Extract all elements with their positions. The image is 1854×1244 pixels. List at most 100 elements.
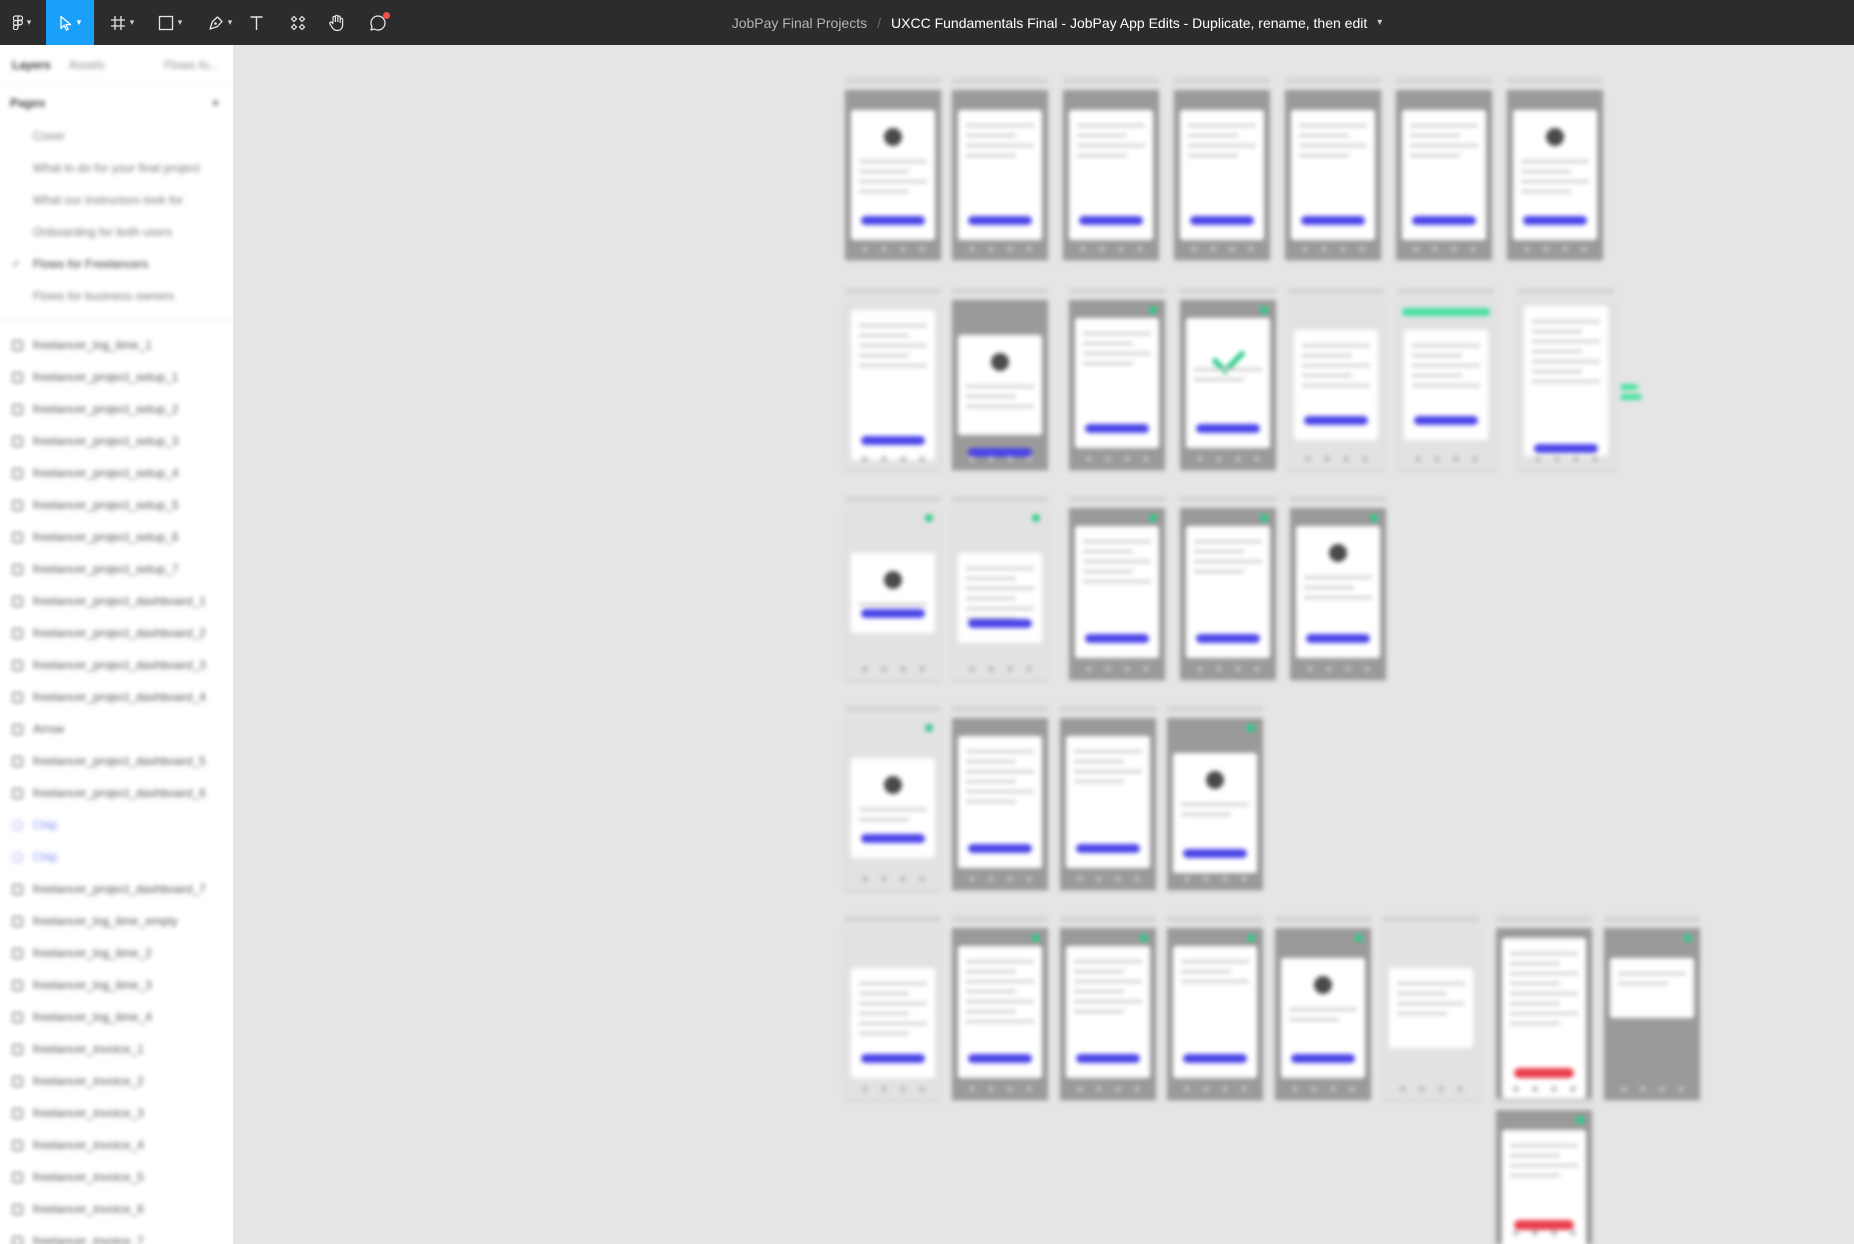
status-dot (1260, 514, 1268, 522)
text-line (1397, 1002, 1465, 1005)
panel-tabs: Layers Assets Flows fo... (0, 45, 233, 86)
text-line (966, 587, 1034, 590)
screen-frame[interactable] (1288, 300, 1384, 470)
layer-item[interactable]: freelancer_project_setup_7 (0, 553, 233, 585)
screen-frame[interactable] (845, 718, 941, 890)
layer-item[interactable]: freelancer_log_time_3 (0, 969, 233, 1001)
bottom-nav (1528, 456, 1604, 464)
primary-button (1301, 216, 1365, 225)
screen-frame[interactable] (1398, 300, 1494, 470)
nav-dot (1253, 456, 1260, 462)
frame-icon (12, 1011, 23, 1023)
text-line (859, 1012, 909, 1015)
layer-item[interactable]: freelancer_project_dashboard_7 (0, 873, 233, 905)
layer-item[interactable]: freelancer_invoice_3 (0, 1097, 233, 1129)
screen-frame[interactable] (1060, 718, 1156, 890)
project-name-link[interactable]: JobPay Final Projects (732, 15, 867, 31)
screen-frame[interactable] (1507, 90, 1603, 260)
nav-dot (1437, 1086, 1444, 1092)
screen-frame[interactable] (1060, 928, 1156, 1100)
screen-frame[interactable] (845, 928, 941, 1100)
page-item[interactable]: What to do for your final project (0, 152, 233, 184)
text-line (1194, 378, 1244, 381)
screen-frame[interactable] (1275, 928, 1371, 1100)
layer-item[interactable]: freelancer_log_time_1 (0, 329, 233, 361)
screen-frame[interactable] (845, 300, 941, 470)
nav-dot (1306, 666, 1313, 672)
layer-item[interactable]: freelancer_invoice_6 (0, 1193, 233, 1225)
layer-item[interactable]: freelancer_invoice_5 (0, 1161, 233, 1193)
screen-frame[interactable] (1290, 508, 1386, 680)
screen-frame[interactable] (1180, 300, 1276, 470)
canvas[interactable] (234, 45, 1854, 1244)
screen-frame[interactable] (1180, 508, 1276, 680)
tab-assets[interactable]: Assets (69, 58, 105, 72)
screen-frame[interactable] (952, 718, 1048, 890)
page-item[interactable]: Cover (0, 120, 233, 152)
screen-frame[interactable] (952, 508, 1048, 680)
screen-frame[interactable] (952, 928, 1048, 1100)
layer-item[interactable]: freelancer_project_dashboard_2 (0, 617, 233, 649)
chevron-down-icon[interactable]: ▾ (1377, 17, 1382, 28)
layer-item[interactable]: freelancer_project_dashboard_5 (0, 745, 233, 777)
screen-frame[interactable] (1518, 300, 1614, 470)
layer-item[interactable]: freelancer_invoice_1 (0, 1033, 233, 1065)
layer-item[interactable]: freelancer_invoice_2 (0, 1065, 233, 1097)
layer-item[interactable]: freelancer_project_setup_4 (0, 457, 233, 489)
nav-dot (1133, 876, 1140, 882)
screen-frame[interactable] (952, 90, 1048, 260)
screen-frame[interactable] (1063, 90, 1159, 260)
layer-item[interactable]: freelancer_project_dashboard_6 (0, 777, 233, 809)
status-dot (1149, 306, 1157, 314)
screen-frame[interactable] (1604, 928, 1700, 1100)
nav-dot (899, 666, 906, 672)
screen-frame[interactable] (1285, 90, 1381, 260)
layer-item[interactable]: freelancer_log_time_4 (0, 1001, 233, 1033)
layer-item-label: freelancer_project_dashboard_6 (33, 786, 206, 800)
screen-frame[interactable] (845, 508, 941, 680)
add-page-icon[interactable]: + (212, 96, 219, 110)
screen-frame[interactable] (1069, 508, 1165, 680)
layer-item[interactable]: Chip (0, 841, 233, 873)
frame-label (1060, 916, 1156, 922)
screen-frame[interactable] (1383, 928, 1479, 1100)
layer-item[interactable]: freelancer_project_setup_2 (0, 393, 233, 425)
layer-item[interactable]: freelancer_project_dashboard_3 (0, 649, 233, 681)
page-item[interactable]: Flows for business owners (0, 280, 233, 312)
layer-item[interactable]: freelancer_log_time_2 (0, 937, 233, 969)
page-selector[interactable]: Flows fo... (164, 58, 219, 72)
tab-layers[interactable]: Layers (12, 58, 51, 72)
screen-frame[interactable] (845, 90, 941, 260)
text-line (966, 607, 1034, 610)
bottom-nav (1406, 246, 1482, 254)
layer-item[interactable]: freelancer_project_setup_1 (0, 361, 233, 393)
layer-item[interactable]: freelancer_invoice_7 (0, 1225, 233, 1244)
text-line (1074, 970, 1124, 973)
primary-button (1196, 424, 1260, 433)
screen-frame[interactable] (1167, 718, 1263, 890)
page-item[interactable]: What our instructors look for (0, 184, 233, 216)
frame-icon (12, 595, 23, 607)
screen-frame[interactable] (952, 300, 1048, 470)
layer-item[interactable]: freelancer_log_time_empty (0, 905, 233, 937)
page-item[interactable]: ✓ Flows for Freelancers (0, 248, 233, 280)
screen-frame[interactable] (1174, 90, 1270, 260)
frame-icon (12, 499, 23, 511)
screen-frame[interactable] (1069, 300, 1165, 470)
layer-item[interactable]: freelancer_project_dashboard_4 (0, 681, 233, 713)
nav-dot (1240, 1086, 1247, 1092)
frame-label (1285, 78, 1381, 84)
layer-item[interactable]: freelancer_invoice_4 (0, 1129, 233, 1161)
page-item[interactable]: Onboarding for both users (0, 216, 233, 248)
file-name-title[interactable]: UXCC Fundamentals Final - JobPay App Edi… (891, 15, 1367, 31)
layer-item[interactable]: freelancer_project_setup_6 (0, 521, 233, 553)
screen-frame[interactable] (1496, 1110, 1592, 1244)
layer-item[interactable]: Chip (0, 809, 233, 841)
screen-frame[interactable] (1167, 928, 1263, 1100)
screen-frame[interactable] (1396, 90, 1492, 260)
layer-item[interactable]: freelancer_project_setup_3 (0, 425, 233, 457)
layer-item[interactable]: freelancer_project_dashboard_1 (0, 585, 233, 617)
layer-item[interactable]: freelancer_project_setup_5 (0, 489, 233, 521)
layer-item[interactable]: Arrow (0, 713, 233, 745)
screen-frame[interactable] (1496, 928, 1592, 1100)
